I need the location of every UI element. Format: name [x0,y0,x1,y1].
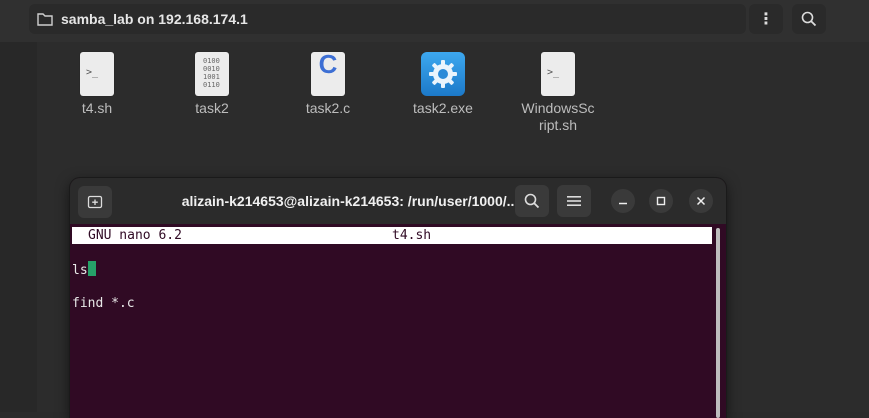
shell-script-icon: >_ [541,52,575,96]
shell-script-icon: >_ [80,52,114,96]
location-bar[interactable]: samba_lab on 192.168.174.1 [29,4,746,34]
terminal-scrollbar[interactable] [716,228,720,418]
nano-filename: t4.sh [392,228,432,243]
close-button[interactable] [689,189,713,213]
terminal-content[interactable]: GNU nano 6.2 t4.sh ls find *.c [70,224,726,418]
file-name: task2.exe [413,100,473,116]
nano-title-bar: GNU nano 6.2 t4.sh [72,227,712,244]
new-tab-icon [87,195,103,209]
file-item-task2-exe[interactable]: task2.exe [393,52,493,117]
editor-line: ls [72,261,96,279]
maximize-button[interactable] [649,189,673,213]
exe-gear-icon [421,52,465,96]
location-text: samba_lab on 192.168.174.1 [61,11,248,27]
file-name: t4.sh [81,100,113,116]
nano-version: GNU nano 6.2 [88,228,182,243]
file-name: WindowsSc ript.sh [521,100,595,133]
hamburger-menu-icon [567,196,581,206]
minimize-button[interactable] [611,189,635,213]
search-icon [524,193,540,209]
folder-icon [37,13,53,26]
maximize-icon [656,196,666,206]
close-icon [696,196,706,206]
file-item-windowsscript-sh[interactable]: >_ WindowsSc ript.sh [508,52,608,134]
file-item-task2[interactable]: 0100 0010 1001 0110 task2 [162,52,262,117]
file-item-task2-c[interactable]: C task2.c [278,51,378,117]
minimize-icon [619,202,627,205]
files-headerbar: samba_lab on 192.168.174.1 ⋮ [0,0,869,42]
file-item-t4-sh[interactable]: >_ t4.sh [47,52,147,117]
terminal-headerbar: alizain-k214653@alizain-k214653: /run/us… [70,178,726,224]
kebab-menu-icon: ⋮ [758,11,774,28]
location-menu-button[interactable]: ⋮ [749,4,783,34]
terminal-menu-button[interactable] [557,185,591,217]
terminal-title: alizain-k214653@alizain-k214653: /run/us… [181,193,519,209]
search-icon [801,11,817,27]
text-cursor [87,261,96,276]
terminal-search-button[interactable] [515,185,549,217]
editor-line: find *.c [72,296,135,311]
terminal-window[interactable]: alizain-k214653@alizain-k214653: /run/us… [70,178,726,418]
file-name: task2.c [305,100,351,116]
new-tab-button[interactable] [78,186,112,218]
search-button[interactable] [792,4,826,34]
sidebar [0,42,37,412]
c-source-icon: C [311,51,345,96]
binary-file-icon: 0100 0010 1001 0110 [195,52,229,96]
file-name: task2 [195,100,229,116]
